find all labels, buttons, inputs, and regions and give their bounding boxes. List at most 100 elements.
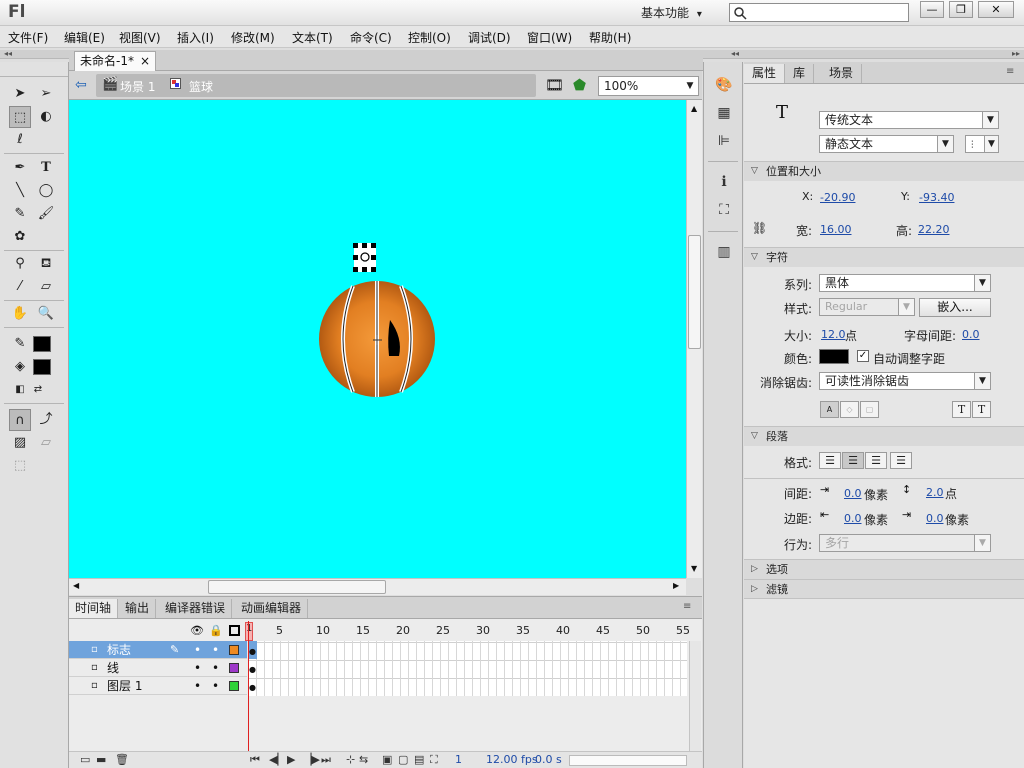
- info-panel-icon[interactable]: ℹ: [715, 173, 733, 191]
- subscript-button[interactable]: T: [972, 401, 991, 418]
- lock-dot[interactable]: •: [212, 677, 219, 695]
- transform-panel-icon[interactable]: ⛶: [715, 201, 733, 219]
- layer-row-logo[interactable]: ▫ 标志 ✎ • •: [69, 641, 247, 659]
- height-value[interactable]: 22.20: [918, 223, 950, 236]
- frame-grid[interactable]: [249, 641, 687, 696]
- smooth-icon[interactable]: ⤴: [35, 409, 57, 431]
- eyedropper-tool-icon[interactable]: ⁄: [9, 276, 31, 298]
- scale-icon[interactable]: ⬚: [9, 455, 31, 477]
- frame-rate[interactable]: 12.00 fps: [486, 753, 538, 766]
- zoom-tool-icon[interactable]: 🔍: [35, 303, 57, 325]
- section-paragraph[interactable]: ▽ 段落: [744, 426, 1024, 446]
- vertical-scroll-thumb[interactable]: [688, 235, 701, 349]
- subselection-tool-icon[interactable]: ➢: [35, 83, 57, 105]
- frame-ruler[interactable]: [249, 621, 687, 641]
- align-left-button[interactable]: ☰: [819, 452, 841, 469]
- edit-symbols-icon[interactable]: ⬟: [573, 76, 586, 94]
- delete-layer-icon[interactable]: 🗑: [115, 753, 129, 766]
- timeline-horizontal-scrollbar[interactable]: [569, 755, 687, 766]
- menu-debug[interactable]: 调试(D): [468, 29, 511, 46]
- text-instance[interactable]: [353, 243, 376, 272]
- rotate-skew-icon[interactable]: ▱: [35, 432, 57, 454]
- fill-color-icon[interactable]: ◈: [9, 356, 31, 378]
- layer-row-layer1[interactable]: ▫ 图层 1 • •: [69, 677, 247, 695]
- lasso-tool-icon[interactable]: ℓ: [9, 129, 31, 151]
- selectable-text-button[interactable]: A: [820, 401, 839, 418]
- deco-tool-icon[interactable]: ✿: [9, 226, 31, 248]
- menu-modify[interactable]: 修改(M): [231, 29, 275, 46]
- keyframe-dot[interactable]: ●: [249, 665, 256, 674]
- stroke-color-icon[interactable]: ✎: [9, 333, 31, 355]
- help-search-input[interactable]: [729, 3, 909, 22]
- hand-tool-icon[interactable]: ✋: [9, 303, 31, 325]
- zoom-dropdown[interactable]: 100% ▼: [598, 76, 699, 96]
- current-frame[interactable]: 1: [455, 753, 462, 766]
- step-back-icon[interactable]: ◀▏: [269, 753, 286, 766]
- breadcrumb-symbol[interactable]: 篮球: [189, 78, 213, 95]
- show-border-button[interactable]: ▢: [860, 401, 879, 418]
- font-style-dropdown[interactable]: Regular ▼: [819, 298, 915, 316]
- left-margin-value[interactable]: 0.0: [844, 512, 862, 525]
- playhead[interactable]: [248, 621, 249, 753]
- document-tab-close-icon[interactable]: ×: [140, 52, 150, 70]
- brush-tool-icon[interactable]: 🖌: [35, 203, 57, 225]
- font-family-dropdown[interactable]: 黑体 ▼: [819, 274, 991, 292]
- tab-properties[interactable]: 属性: [744, 64, 786, 83]
- superscript-button[interactable]: T: [952, 401, 971, 418]
- section-filters[interactable]: ▷ 滤镜: [744, 579, 1024, 599]
- menu-insert[interactable]: 插入(I): [177, 29, 214, 46]
- menu-control[interactable]: 控制(O): [408, 29, 451, 46]
- pencil-tool-icon[interactable]: ✎: [9, 203, 31, 225]
- text-engine-dropdown[interactable]: 传统文本 ▼: [819, 111, 999, 129]
- outline-icon[interactable]: [229, 625, 240, 636]
- straighten-icon[interactable]: ▨: [9, 432, 31, 454]
- tab-scene[interactable]: 场景: [821, 64, 863, 83]
- center-frame-icon[interactable]: ⊹: [346, 753, 355, 766]
- eraser-tool-icon[interactable]: ▱: [35, 276, 57, 298]
- menu-edit[interactable]: 编辑(E): [64, 29, 105, 46]
- eye-icon[interactable]: 👁: [190, 624, 204, 637]
- tab-motion-editor[interactable]: 动画编辑器: [235, 599, 309, 618]
- letter-spacing-value[interactable]: 0.0: [962, 328, 980, 341]
- lock-dot[interactable]: •: [212, 659, 219, 677]
- right-margin-value[interactable]: 0.0: [926, 512, 944, 525]
- antialias-dropdown[interactable]: 可读性消除锯齿 ▼: [819, 372, 991, 390]
- 3d-rotation-tool-icon[interactable]: ◐: [35, 106, 57, 128]
- layer-outline-color[interactable]: [229, 663, 239, 673]
- free-transform-tool-icon[interactable]: ⬚: [9, 106, 31, 128]
- render-html-button[interactable]: ◇: [840, 401, 859, 418]
- swap-colors-icon[interactable]: ⇄: [30, 379, 46, 401]
- stage[interactable]: [69, 100, 686, 578]
- menu-file[interactable]: 文件(F): [8, 29, 48, 46]
- stroke-color-swatch[interactable]: [33, 336, 51, 352]
- layer-outline-color[interactable]: [229, 645, 239, 655]
- text-color-swatch[interactable]: [819, 349, 849, 364]
- new-folder-icon[interactable]: ▬: [96, 753, 106, 766]
- step-forward-icon[interactable]: ▕▶: [303, 753, 320, 766]
- text-tool-icon[interactable]: T: [35, 157, 57, 179]
- line-tool-icon[interactable]: ╲: [9, 180, 31, 202]
- text-type-dropdown[interactable]: 静态文本 ▼: [819, 135, 954, 153]
- keyframe-dot[interactable]: ●: [249, 683, 256, 692]
- edit-multiple-frames-icon[interactable]: ▤: [414, 753, 424, 766]
- color-panel-icon[interactable]: 🎨: [715, 76, 733, 94]
- stage-horizontal-scrollbar[interactable]: ◀ ▶: [69, 578, 686, 595]
- new-layer-icon[interactable]: ▭: [80, 753, 90, 766]
- scroll-up-icon[interactable]: ▲: [691, 104, 697, 113]
- edit-scene-icon[interactable]: 🎞: [545, 76, 564, 94]
- layer-row-line[interactable]: ▫ 线 • •: [69, 659, 247, 677]
- lock-dot[interactable]: •: [212, 641, 219, 659]
- go-to-last-icon[interactable]: ⏭: [321, 753, 331, 767]
- visibility-dot[interactable]: •: [194, 677, 201, 695]
- y-value[interactable]: -93.40: [919, 191, 954, 204]
- workspace-switcher[interactable]: 基本功能 ▾: [641, 4, 702, 21]
- maximize-button[interactable]: ❐: [949, 1, 973, 18]
- pen-tool-icon[interactable]: ✒: [9, 157, 31, 179]
- back-arrow-icon[interactable]: ⇦: [75, 77, 87, 93]
- panel-menu-icon[interactable]: ≡: [683, 601, 691, 612]
- scroll-left-icon[interactable]: ◀: [73, 581, 79, 590]
- width-value[interactable]: 16.00: [820, 223, 852, 236]
- scroll-down-icon[interactable]: ▼: [691, 564, 697, 573]
- panel-menu-icon[interactable]: ≡: [1006, 66, 1014, 77]
- tab-timeline[interactable]: 时间轴: [69, 599, 119, 618]
